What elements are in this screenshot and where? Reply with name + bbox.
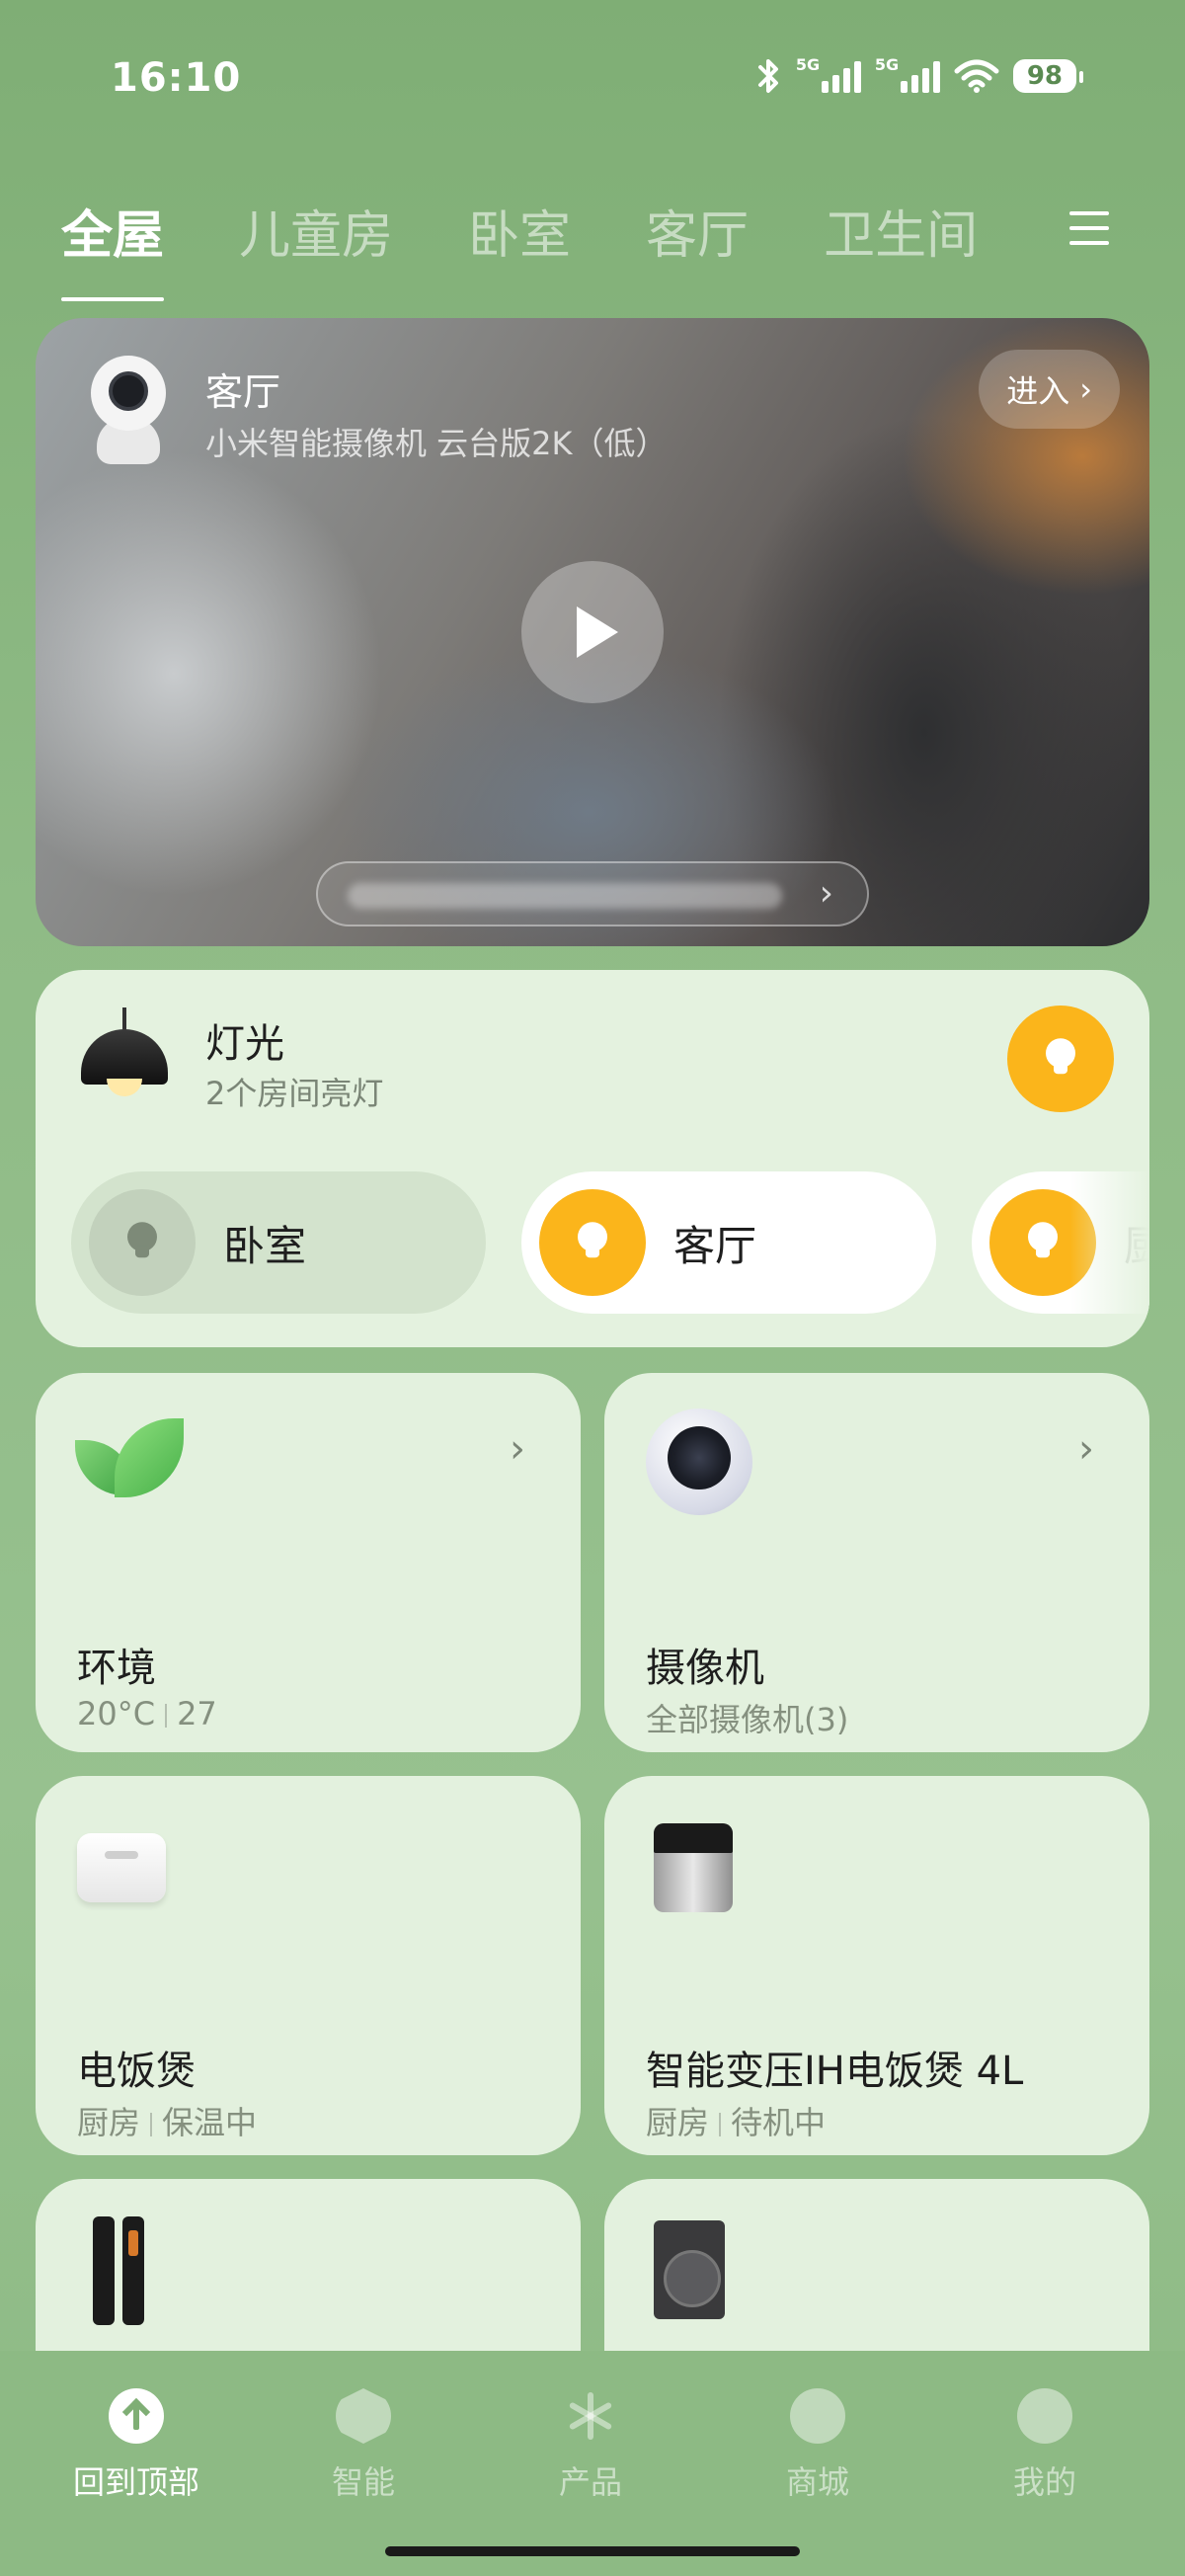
device-status: 厨房 待机中 [646, 2098, 826, 2143]
device-name: 环境 [77, 1646, 156, 1691]
nav-label: 我的 [1012, 2463, 1076, 2501]
store-icon [790, 2388, 845, 2444]
lights-card[interactable]: 灯光 2个房间亮灯 卧室 客厅 厨 [36, 970, 1149, 1347]
lights-title: 灯光 [205, 1021, 284, 1067]
room-label: 卧室 [223, 1221, 307, 1270]
menu-icon[interactable] [1069, 211, 1109, 245]
camera-icon [646, 1409, 752, 1515]
home-indicator[interactable] [385, 2546, 800, 2556]
network-type-label: 5G [795, 55, 821, 74]
nav-label: 回到顶部 [72, 2463, 199, 2501]
scroll-fade [1070, 1148, 1149, 1335]
nav-store[interactable]: 商城 [719, 2388, 916, 2503]
bottom-nav: 回到顶部 智能 产品 商城 我的 [0, 2351, 1185, 2576]
device-state: 待机中 [731, 2104, 827, 2141]
device-state: 保温中 [162, 2104, 258, 2141]
rice-cooker-icon [77, 1833, 166, 1902]
chevron-right-icon: › [1079, 370, 1092, 408]
enter-button[interactable]: 进入 › [979, 350, 1120, 429]
status-time: 16:10 [111, 55, 242, 101]
environment-card[interactable]: › 环境 20°C 27 [36, 1373, 581, 1752]
chevron-right-icon: › [819, 873, 833, 914]
nav-smart[interactable]: 智能 [265, 2388, 462, 2503]
chevron-right-icon: › [510, 1426, 525, 1472]
all-lights-toggle[interactable] [1007, 1006, 1114, 1112]
nav-label: 产品 [558, 2463, 622, 2501]
bluetooth-icon [757, 59, 778, 93]
lightbulb-icon [127, 1222, 157, 1261]
light-toggle-living[interactable] [539, 1189, 646, 1296]
lights-subtitle: 2个房间亮灯 [205, 1075, 384, 1112]
camera-model: 小米智能摄像机 云台版2K（低） [205, 425, 668, 462]
nav-products[interactable]: 产品 [492, 2388, 689, 2503]
light-room-bedroom[interactable]: 卧室 [71, 1171, 486, 1314]
device-status: 厨房 保温中 [77, 2098, 257, 2143]
camera-room: 客厅 [205, 370, 281, 414]
camera-banner[interactable]: › [316, 861, 869, 926]
room-label: 客厅 [673, 1221, 757, 1270]
light-toggle-bedroom[interactable] [89, 1189, 196, 1296]
lightbulb-icon [578, 1222, 607, 1261]
device-room: 厨房 [646, 2104, 710, 2141]
tab-bedroom[interactable]: 卧室 [468, 194, 571, 268]
humidity-value: 27 [177, 1695, 217, 1732]
tab-bathroom[interactable]: 卫生间 [824, 194, 978, 268]
device-name: 智能变压IH电饭煲 4L [646, 2049, 1024, 2094]
camera-icon [91, 356, 166, 466]
nav-label: 智能 [331, 2463, 395, 2501]
pendant-lamp-icon [79, 1007, 170, 1106]
device-name: 摄像机 [646, 1646, 764, 1691]
blurred-banner-text [348, 883, 782, 909]
rice-cooker-card[interactable]: 电饭煲 厨房 保温中 [36, 1776, 581, 2155]
signal-icon: 5G [875, 55, 940, 93]
chevron-right-icon: › [1078, 1426, 1094, 1472]
wifi-icon [954, 59, 999, 93]
tab-whole-house[interactable]: 全屋 [61, 194, 165, 301]
room-tabs: 全屋 儿童房 卧室 客厅 卫生间 [61, 194, 978, 301]
network-type-label: 5G [874, 55, 900, 74]
nav-back-to-top[interactable]: 回到顶部 [38, 2388, 235, 2503]
device-status: 全部摄像机(3) [646, 1701, 849, 1738]
status-icons: 5G 5G 98 [756, 55, 1084, 95]
tab-kids-room[interactable]: 儿童房 [239, 194, 393, 268]
play-button[interactable] [521, 561, 664, 703]
device-room: 厨房 [77, 2104, 141, 2141]
nav-profile[interactable]: 我的 [946, 2388, 1144, 2503]
ih-rice-cooker-card[interactable]: 智能变压IH电饭煲 4L 厨房 待机中 [604, 1776, 1149, 2155]
device-name: 电饭煲 [77, 2049, 196, 2094]
nav-label: 商城 [785, 2463, 849, 2501]
smart-icon [336, 2388, 391, 2444]
leaf-icon [75, 1418, 184, 1503]
back-to-top-icon [109, 2388, 164, 2444]
profile-icon [1017, 2388, 1072, 2444]
tab-living-room[interactable]: 客厅 [646, 194, 749, 268]
door-lock-icon [93, 2216, 146, 2325]
signal-icon: 5G [796, 55, 861, 93]
products-icon [563, 2388, 618, 2444]
temperature-value: 20°C [77, 1695, 156, 1732]
device-status: 20°C 27 [77, 1695, 217, 1732]
rice-cooker-icon [654, 1823, 733, 1912]
washing-machine-icon [654, 2220, 725, 2319]
status-bar: 16:10 5G 5G 98 [0, 0, 1185, 158]
camera-group-card[interactable]: › 摄像机 全部摄像机(3) [604, 1373, 1149, 1752]
enter-label: 进入 [1006, 372, 1070, 410]
lightbulb-icon [1046, 1038, 1075, 1078]
battery-icon: 98 [1012, 59, 1084, 93]
light-room-living[interactable]: 客厅 [521, 1171, 936, 1314]
lightbulb-icon [1028, 1222, 1058, 1261]
camera-card[interactable]: 客厅 小米智能摄像机 云台版2K（低） 进入 › › [36, 318, 1149, 946]
